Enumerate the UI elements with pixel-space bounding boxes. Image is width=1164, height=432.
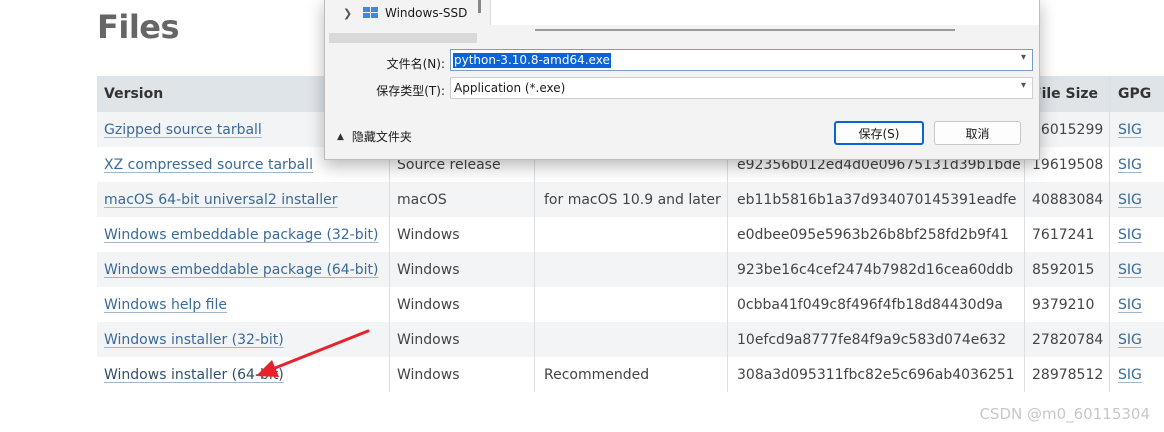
sig-link[interactable]: SIG (1118, 122, 1142, 138)
download-link[interactable]: macOS 64-bit universal2 installer (104, 192, 338, 208)
os-cell: macOS (390, 182, 535, 217)
filetype-select[interactable]: Application (*.exe) ▾ (450, 77, 1033, 99)
pane-splitter[interactable] (478, 0, 481, 13)
filename-label: 文件名(N): (386, 57, 445, 71)
os-cell: Windows (390, 357, 535, 392)
table-row: Windows embeddable package (32-bit) Wind… (97, 217, 1164, 252)
download-link[interactable]: Windows help file (104, 297, 227, 313)
description-cell: for macOS 10.9 and later (535, 182, 728, 217)
os-cell: Windows (390, 322, 535, 357)
chevron-up-icon: ▲ (337, 131, 344, 142)
chevron-down-icon[interactable]: ▾ (1021, 80, 1026, 91)
download-link[interactable]: Gzipped source tarball (104, 122, 262, 138)
md5-cell: 0cbba41f049c8f496f4fb18d84430d9a (728, 287, 1025, 322)
filetype-value: Application (*.exe) (454, 81, 566, 95)
sig-link[interactable]: SIG (1118, 157, 1142, 173)
table-row: Windows installer (64-bit) Windows Recom… (97, 357, 1164, 392)
sig-link[interactable]: SIG (1118, 297, 1142, 313)
download-link[interactable]: XZ compressed source tarball (104, 157, 313, 173)
navigation-pane: ❯ Windows-SSD (325, 0, 485, 43)
filetype-label: 保存类型(T): (376, 84, 445, 98)
description-cell (535, 252, 728, 287)
file-size-cell: 40883084 (1025, 182, 1110, 217)
tree-item-windows-ssd[interactable]: ❯ Windows-SSD (343, 3, 467, 23)
hide-folders-toggle[interactable]: ▲ 隐藏文件夹 (337, 128, 412, 145)
chevron-down-icon[interactable]: ▾ (1021, 52, 1026, 63)
md5-cell: 10efcd9a8777fe84f9a9c583d074e632 (728, 322, 1025, 357)
description-cell (535, 322, 728, 357)
md5-cell: e0dbee095e5963b26b8bf258fd2b9f41 (728, 217, 1025, 252)
tree-item-selected[interactable] (329, 33, 477, 43)
md5-cell: eb11b5816b1a37d934070145391eadfe (728, 182, 1025, 217)
os-cell: Windows (390, 217, 535, 252)
sig-link[interactable]: SIG (1118, 227, 1142, 243)
os-cell: Windows (390, 287, 535, 322)
save-button[interactable]: 保存(S) (834, 121, 924, 145)
sig-link[interactable]: SIG (1118, 192, 1142, 208)
md5-cell: 308a3d095311fbc82e5c696ab4036251 (728, 357, 1025, 392)
page-title: Files (97, 8, 180, 46)
md5-cell: 923be16c4cef2474b7982d16cea60ddb (728, 252, 1025, 287)
file-size-cell: 9379210 (1025, 287, 1110, 322)
file-size-cell: 7617241 (1025, 217, 1110, 252)
sig-link[interactable]: SIG (1118, 367, 1142, 383)
description-cell: Recommended (535, 357, 728, 392)
table-row: Windows embeddable package (64-bit) Wind… (97, 252, 1164, 287)
table-row: Windows installer (32-bit) Windows 10efc… (97, 322, 1164, 357)
os-cell: Windows (390, 252, 535, 287)
table-row: macOS 64-bit universal2 installer macOS … (97, 182, 1164, 217)
watermark: CSDN @m0_60115304 (979, 405, 1150, 423)
filename-value: python-3.10.8-amd64.exe (453, 53, 611, 68)
sig-link[interactable]: SIG (1118, 332, 1142, 348)
download-link[interactable]: Windows embeddable package (64-bit) (104, 262, 379, 278)
horizontal-scrollbar[interactable] (535, 29, 955, 31)
header-gpg: GPG (1118, 86, 1152, 102)
download-link[interactable]: Windows installer (32-bit) (104, 332, 284, 348)
chevron-right-icon[interactable]: ❯ (343, 7, 363, 20)
drive-icon (363, 7, 379, 19)
file-list-pane (490, 0, 1039, 25)
file-size-cell: 8592015 (1025, 252, 1110, 287)
file-size-cell: 27820784 (1025, 322, 1110, 357)
hide-folders-label: 隐藏文件夹 (351, 130, 412, 144)
file-size-cell: 28978512 (1025, 357, 1110, 392)
save-as-dialog: ❯ Windows-SSD 文件名(N): python-3.10.8-amd6… (324, 0, 1040, 160)
filename-input[interactable]: python-3.10.8-amd64.exe ▾ (450, 49, 1033, 71)
description-cell (535, 287, 728, 322)
tree-item-label: Windows-SSD (385, 6, 468, 20)
description-cell (535, 217, 728, 252)
table-row: Windows help file Windows 0cbba41f049c8f… (97, 287, 1164, 322)
sig-link[interactable]: SIG (1118, 262, 1142, 278)
download-link[interactable]: Windows installer (64-bit) (104, 367, 284, 383)
download-link[interactable]: Windows embeddable package (32-bit) (104, 227, 379, 243)
cancel-button[interactable]: 取消 (934, 121, 1021, 145)
